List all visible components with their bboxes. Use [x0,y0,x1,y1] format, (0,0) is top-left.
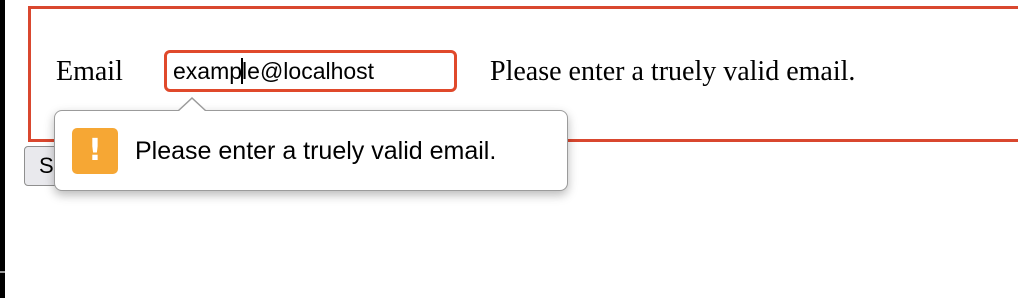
window-left-edge [0,0,5,298]
tooltip-message: Please enter a truely valid email. [135,137,497,165]
validation-tooltip: ! Please enter a truely valid email. [54,97,568,191]
warning-icon: ! [72,128,118,174]
email-label: Email [56,56,123,87]
window-left-edge-notch [0,271,5,273]
tooltip-arrow-fill [178,99,206,112]
email-value-start: examp [173,58,243,84]
inline-validation-message: Please enter a truely valid email. [490,56,856,87]
email-value-end: le@localhost [242,58,375,84]
email-input[interactable]: example@localhost [164,50,457,92]
